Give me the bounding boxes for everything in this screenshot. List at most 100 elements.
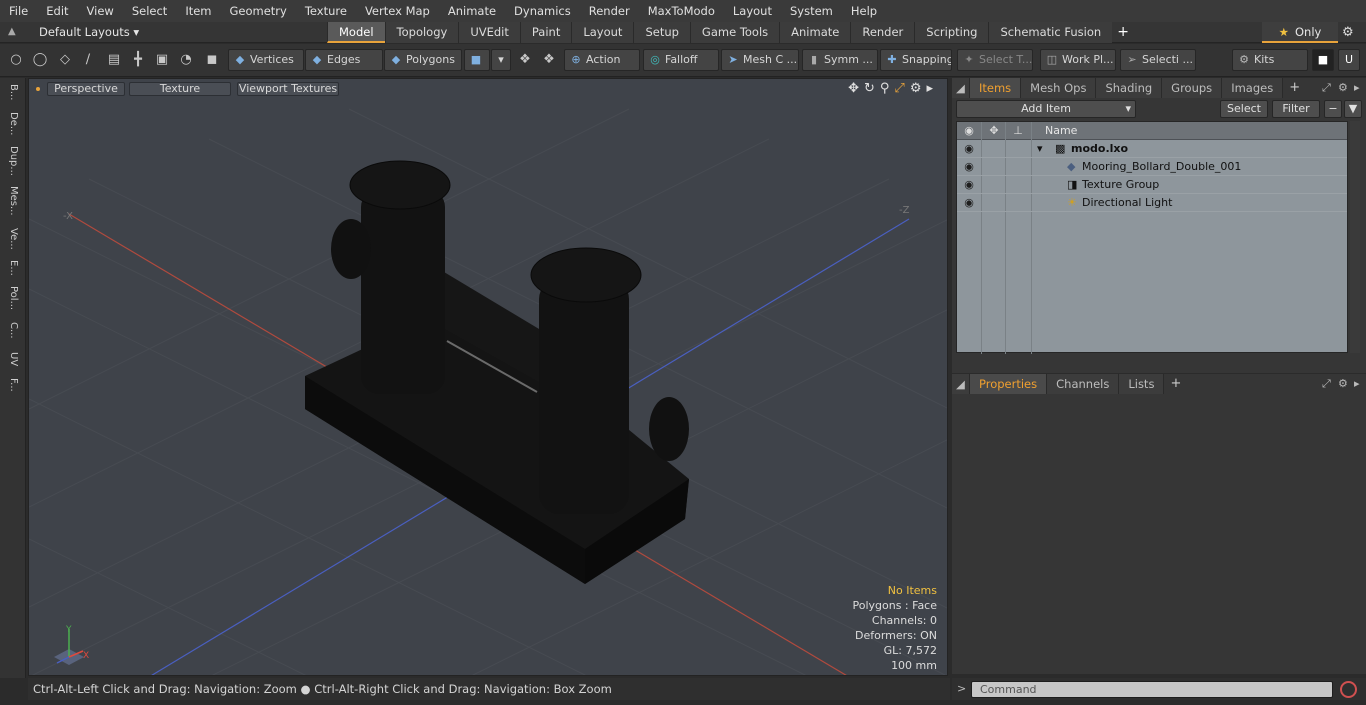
visibility-eye-icon[interactable]: ◉ — [962, 176, 976, 194]
menu-select[interactable]: Select — [123, 4, 176, 18]
viewport-gear-icon[interactable]: ⚙ — [910, 81, 922, 96]
panel-expand-icon[interactable]: ⤢ — [1322, 377, 1331, 391]
tab-layout[interactable]: Layout — [571, 22, 634, 43]
vtab-uv[interactable]: UV — [4, 352, 22, 366]
tab-mesh-ops[interactable]: Mesh Ops — [1021, 78, 1097, 98]
list-item[interactable]: ◉ ◆ Mooring_Bollard_Double_001 — [957, 158, 1347, 176]
tab-render[interactable]: Render — [850, 22, 915, 43]
visibility-eye-icon[interactable]: ◉ — [962, 140, 976, 158]
panel-gear-icon[interactable]: ⚙ — [1338, 81, 1348, 94]
vertices-button[interactable]: ◆ Vertices — [228, 49, 304, 71]
tab-channels[interactable]: Channels — [1047, 374, 1120, 394]
menu-edit[interactable]: Edit — [37, 4, 77, 18]
vtab-deform[interactable]: De... — [4, 112, 22, 135]
tab-shading[interactable]: Shading — [1096, 78, 1163, 98]
menu-dynamics[interactable]: Dynamics — [505, 4, 580, 18]
menu-file[interactable]: File — [0, 4, 37, 18]
expand-triangle-icon[interactable]: ▾ — [1037, 140, 1043, 158]
circle-select-icon[interactable]: ○ — [7, 51, 25, 69]
viewport-textures-button[interactable]: Viewport Textures — [237, 82, 339, 96]
rotate-icon[interactable]: ↻ — [864, 81, 875, 96]
zoom-icon[interactable]: ⚲ — [880, 81, 890, 96]
mode-dropdown[interactable]: ▾ — [491, 49, 511, 71]
panel-arrow-icon[interactable]: ▸ — [1354, 81, 1360, 94]
list-item[interactable]: ◉ ▾ ▩ modo.lxo — [957, 140, 1347, 158]
menu-help[interactable]: Help — [842, 4, 886, 18]
gear-icon[interactable]: ⚙ — [1342, 25, 1354, 40]
vtab-curve[interactable]: C... — [4, 322, 22, 339]
vtab-fusion[interactable]: F... — [4, 378, 22, 392]
item-mode-button[interactable]: ■ — [464, 49, 490, 71]
command-input[interactable]: Command — [971, 681, 1333, 698]
name-column-header[interactable]: Name — [1045, 124, 1077, 137]
unity-icon[interactable]: ■ — [1312, 49, 1334, 71]
add-panel-tab-button[interactable]: + — [1164, 374, 1187, 394]
panel-gear-icon[interactable]: ⚙ — [1338, 377, 1348, 390]
vtab-basic[interactable]: B... — [4, 84, 22, 100]
menu-animate[interactable]: Animate — [439, 4, 505, 18]
menu-render[interactable]: Render — [580, 4, 639, 18]
vtab-polygon[interactable]: Pol... — [4, 286, 22, 310]
filter-button[interactable]: Filter — [1272, 100, 1320, 118]
panel-arrow-icon[interactable]: ▸ — [1354, 377, 1360, 390]
shield-icon[interactable]: ◼ — [203, 51, 221, 69]
polygons-button[interactable]: ◆ Polygons — [384, 49, 462, 71]
layout-collapse-icon[interactable]: ▲ — [8, 26, 20, 38]
tab-properties[interactable]: Properties — [970, 374, 1048, 394]
tab-model[interactable]: Model — [327, 22, 385, 43]
tab-uvedit[interactable]: UVEdit — [458, 22, 520, 43]
tab-images[interactable]: Images — [1222, 78, 1284, 98]
clock-icon[interactable]: ◔ — [177, 51, 195, 69]
visibility-eye-icon[interactable]: ◉ — [962, 158, 976, 176]
falloff-button[interactable]: ◎ Falloff — [643, 49, 719, 71]
collapse-icon[interactable]: − — [1324, 100, 1342, 118]
tab-paint[interactable]: Paint — [519, 22, 572, 43]
pen-tool-icon[interactable]: ◇ — [56, 51, 74, 69]
panel-expand-icon[interactable]: ⤢ — [1322, 81, 1331, 95]
menu-vertex-map[interactable]: Vertex Map — [356, 4, 439, 18]
select-through-button[interactable]: ✦ Select T... — [957, 49, 1033, 71]
texture-shading-button[interactable]: Texture — [129, 82, 231, 96]
menu-view[interactable]: View — [78, 4, 123, 18]
add-item-button[interactable]: Add Item ▾ — [956, 100, 1136, 118]
kits-button[interactable]: ⚙ Kits — [1232, 49, 1308, 71]
only-toggle[interactable]: ★ Only — [1262, 22, 1338, 43]
tab-setup[interactable]: Setup — [633, 22, 690, 43]
panel-menu-icon[interactable]: ◢ — [952, 78, 970, 98]
tab-lists[interactable]: Lists — [1119, 374, 1165, 394]
tab-schematic-fusion[interactable]: Schematic Fusion — [988, 22, 1113, 43]
vtab-duplicate[interactable]: Dup... — [4, 146, 22, 176]
tab-game-tools[interactable]: Game Tools — [689, 22, 780, 43]
menu-system[interactable]: System — [781, 4, 842, 18]
menu-layout[interactable]: Layout — [724, 4, 781, 18]
selection-sets-button[interactable]: ➢ Selecti ... — [1120, 49, 1196, 71]
frame-icon[interactable]: ▣ — [153, 51, 171, 69]
default-layouts-dropdown[interactable]: Default Layouts ▾ — [39, 25, 139, 39]
item-list-scrollbar[interactable] — [1350, 121, 1360, 353]
edges-button[interactable]: ◆ Edges — [305, 49, 383, 71]
list-item[interactable]: ◉ ☀ Directional Light — [957, 194, 1347, 212]
menu-texture[interactable]: Texture — [296, 4, 356, 18]
command-history-icon[interactable]: > — [957, 682, 966, 695]
add-tab-button[interactable]: + — [1112, 22, 1134, 43]
add-panel-tab-button[interactable]: + — [1283, 78, 1306, 98]
3d-viewport[interactable]: -X -Z Y X Perspective Texture Viewport T… — [28, 78, 948, 676]
vtab-vertex[interactable]: Ve... — [4, 228, 22, 250]
action-center-button[interactable]: ⊕ Action — [564, 49, 640, 71]
brush-icon[interactable]: ∕ — [79, 51, 97, 69]
pan-icon[interactable]: ✥ — [848, 81, 859, 96]
align-icon[interactable]: ▤ — [105, 51, 123, 69]
perspective-button[interactable]: Perspective — [47, 82, 125, 96]
sphere-settings-icon[interactable]: ❖ — [540, 51, 558, 69]
snapping-button[interactable]: ✚ Snapping — [880, 49, 952, 71]
unreal-icon[interactable]: U — [1338, 49, 1360, 71]
globe-icon[interactable]: ◯ — [31, 51, 49, 69]
menu-maxtomodo[interactable]: MaxToModo — [639, 4, 724, 18]
panel-menu-icon[interactable]: ◢ — [952, 374, 970, 394]
record-macro-icon[interactable] — [1340, 681, 1357, 698]
item-list[interactable]: ◉ ✥ ⊥ Name ◉ ▾ ▩ modo.lxo ◉ ◆ Mooring_Bo… — [956, 121, 1348, 354]
viewport-menu-dot-icon[interactable] — [36, 87, 40, 91]
menu-item[interactable]: Item — [176, 4, 220, 18]
symmetry-button[interactable]: ▮ Symm ... — [802, 49, 878, 71]
tab-items[interactable]: Items — [970, 78, 1022, 98]
